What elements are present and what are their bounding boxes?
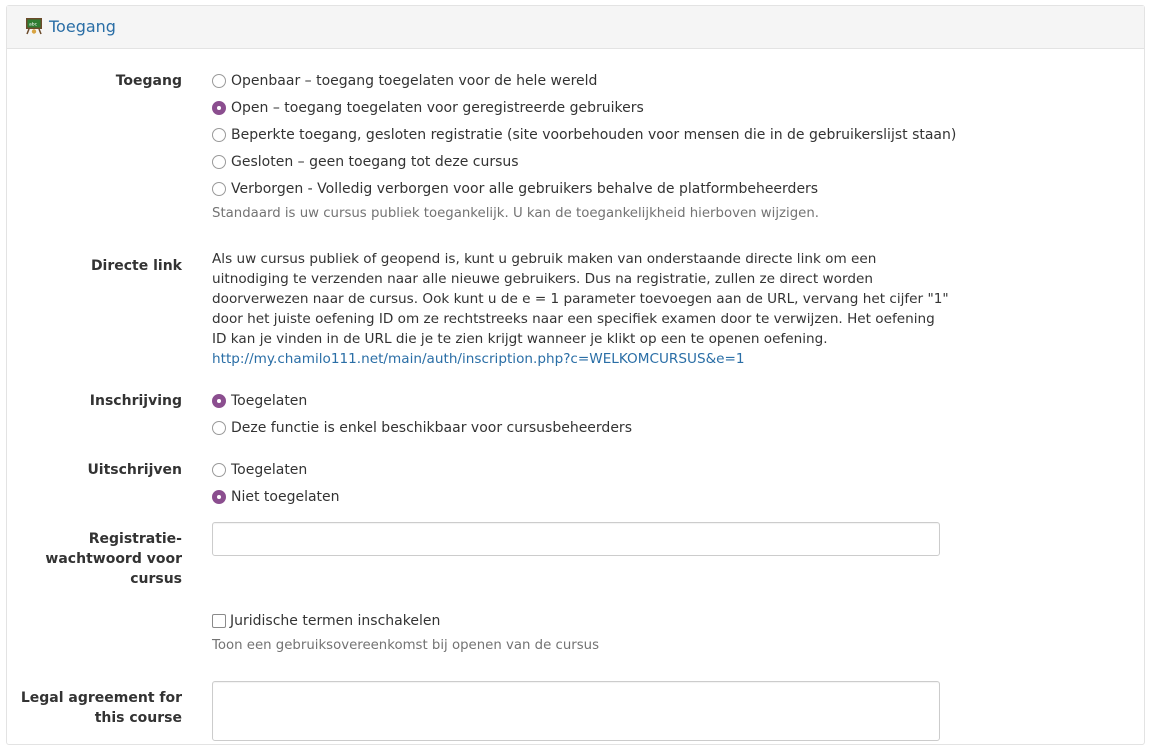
access-option-open[interactable]: Open – toegang toegelaten voor geregistr… [212,98,644,118]
panel-heading: abc Toegang [7,6,1144,49]
access-option-hidden[interactable]: Verborgen - Volledig verborgen voor alle… [212,179,818,199]
registration-password-label-line: cursus [130,571,182,587]
radio-unchecked-icon[interactable] [212,182,226,196]
direct-link-label: Directe link [90,258,182,274]
access-option-restricted[interactable]: Beperkte toegang, gesloten registratie (… [212,125,956,145]
registration-password-label-line: wachtwoord voor [45,551,182,567]
radio-checked-icon[interactable] [212,101,226,115]
subscription-label: Inschrijving [89,393,182,409]
access-option-label: Verborgen - Volledig verborgen voor alle… [231,181,819,197]
access-option-closed[interactable]: Gesloten – geen toegang tot deze cursus [212,152,519,172]
radio-checked-icon[interactable] [212,394,226,408]
subscription-option-label: Toegelaten [231,393,308,409]
access-help-text: Standaard is uw cursus publiek toegankel… [212,206,819,221]
access-option-label: Gesloten – geen toegang tot deze cursus [231,154,519,170]
svg-text:abc: abc [29,22,38,28]
legal-terms-checkbox-label: Juridische termen inschakelen [230,613,441,629]
legal-terms-toggle[interactable]: Juridische termen inschakelen [212,611,440,631]
legal-agreement-label-line: this course [94,710,182,726]
subscription-option-teachers-only[interactable]: Deze functie is enkel beschikbaar voor c… [212,418,632,438]
subscription-option-allowed[interactable]: Toegelaten [212,391,307,411]
unsubscribe-label: Uitschrijven [87,462,182,478]
subscription-option-label: Deze functie is enkel beschikbaar voor c… [231,420,632,436]
legal-agreement-label-line: Legal agreement for [20,690,182,706]
direct-link-url[interactable]: http://my.chamilo111.net/main/auth/inscr… [212,351,745,367]
legal-agreement-label: Legal agreement for this course [21,688,182,728]
legal-agreement-textarea[interactable] [212,681,940,741]
registration-password-label-line: Registratie- [88,531,182,547]
access-option-label: Open – toegang toegelaten voor geregistr… [231,100,644,116]
radio-unchecked-icon[interactable] [212,155,226,169]
unsubscribe-option-label: Niet toegelaten [231,489,340,505]
radio-unchecked-icon[interactable] [212,128,226,142]
unsubscribe-option-allowed[interactable]: Toegelaten [212,460,307,480]
access-label: Toegang [115,73,182,89]
access-option-public[interactable]: Openbaar – toegang toegelaten voor de he… [212,71,597,91]
school-board-icon: abc [25,17,43,35]
panel-title: Toegang [49,17,116,36]
radio-unchecked-icon[interactable] [212,421,226,435]
direct-link-description: Als uw cursus publiek of geopend is, kun… [212,249,952,369]
radio-unchecked-icon[interactable] [212,74,226,88]
registration-password-input[interactable] [212,522,940,556]
registration-password-label: Registratie- wachtwoord voor cursus [45,529,182,589]
checkbox-unchecked-icon[interactable] [212,614,226,628]
legal-terms-help-text: Toon een gebruiksovereenkomst bij openen… [212,638,599,653]
access-option-label: Openbaar – toegang toegelaten voor de he… [231,73,598,89]
unsubscribe-option-label: Toegelaten [231,462,308,478]
access-option-label: Beperkte toegang, gesloten registratie (… [231,127,957,143]
radio-unchecked-icon[interactable] [212,463,226,477]
radio-checked-icon[interactable] [212,490,226,504]
direct-link-text: Als uw cursus publiek of geopend is, kun… [212,251,949,347]
unsubscribe-option-not-allowed[interactable]: Niet toegelaten [212,487,340,507]
